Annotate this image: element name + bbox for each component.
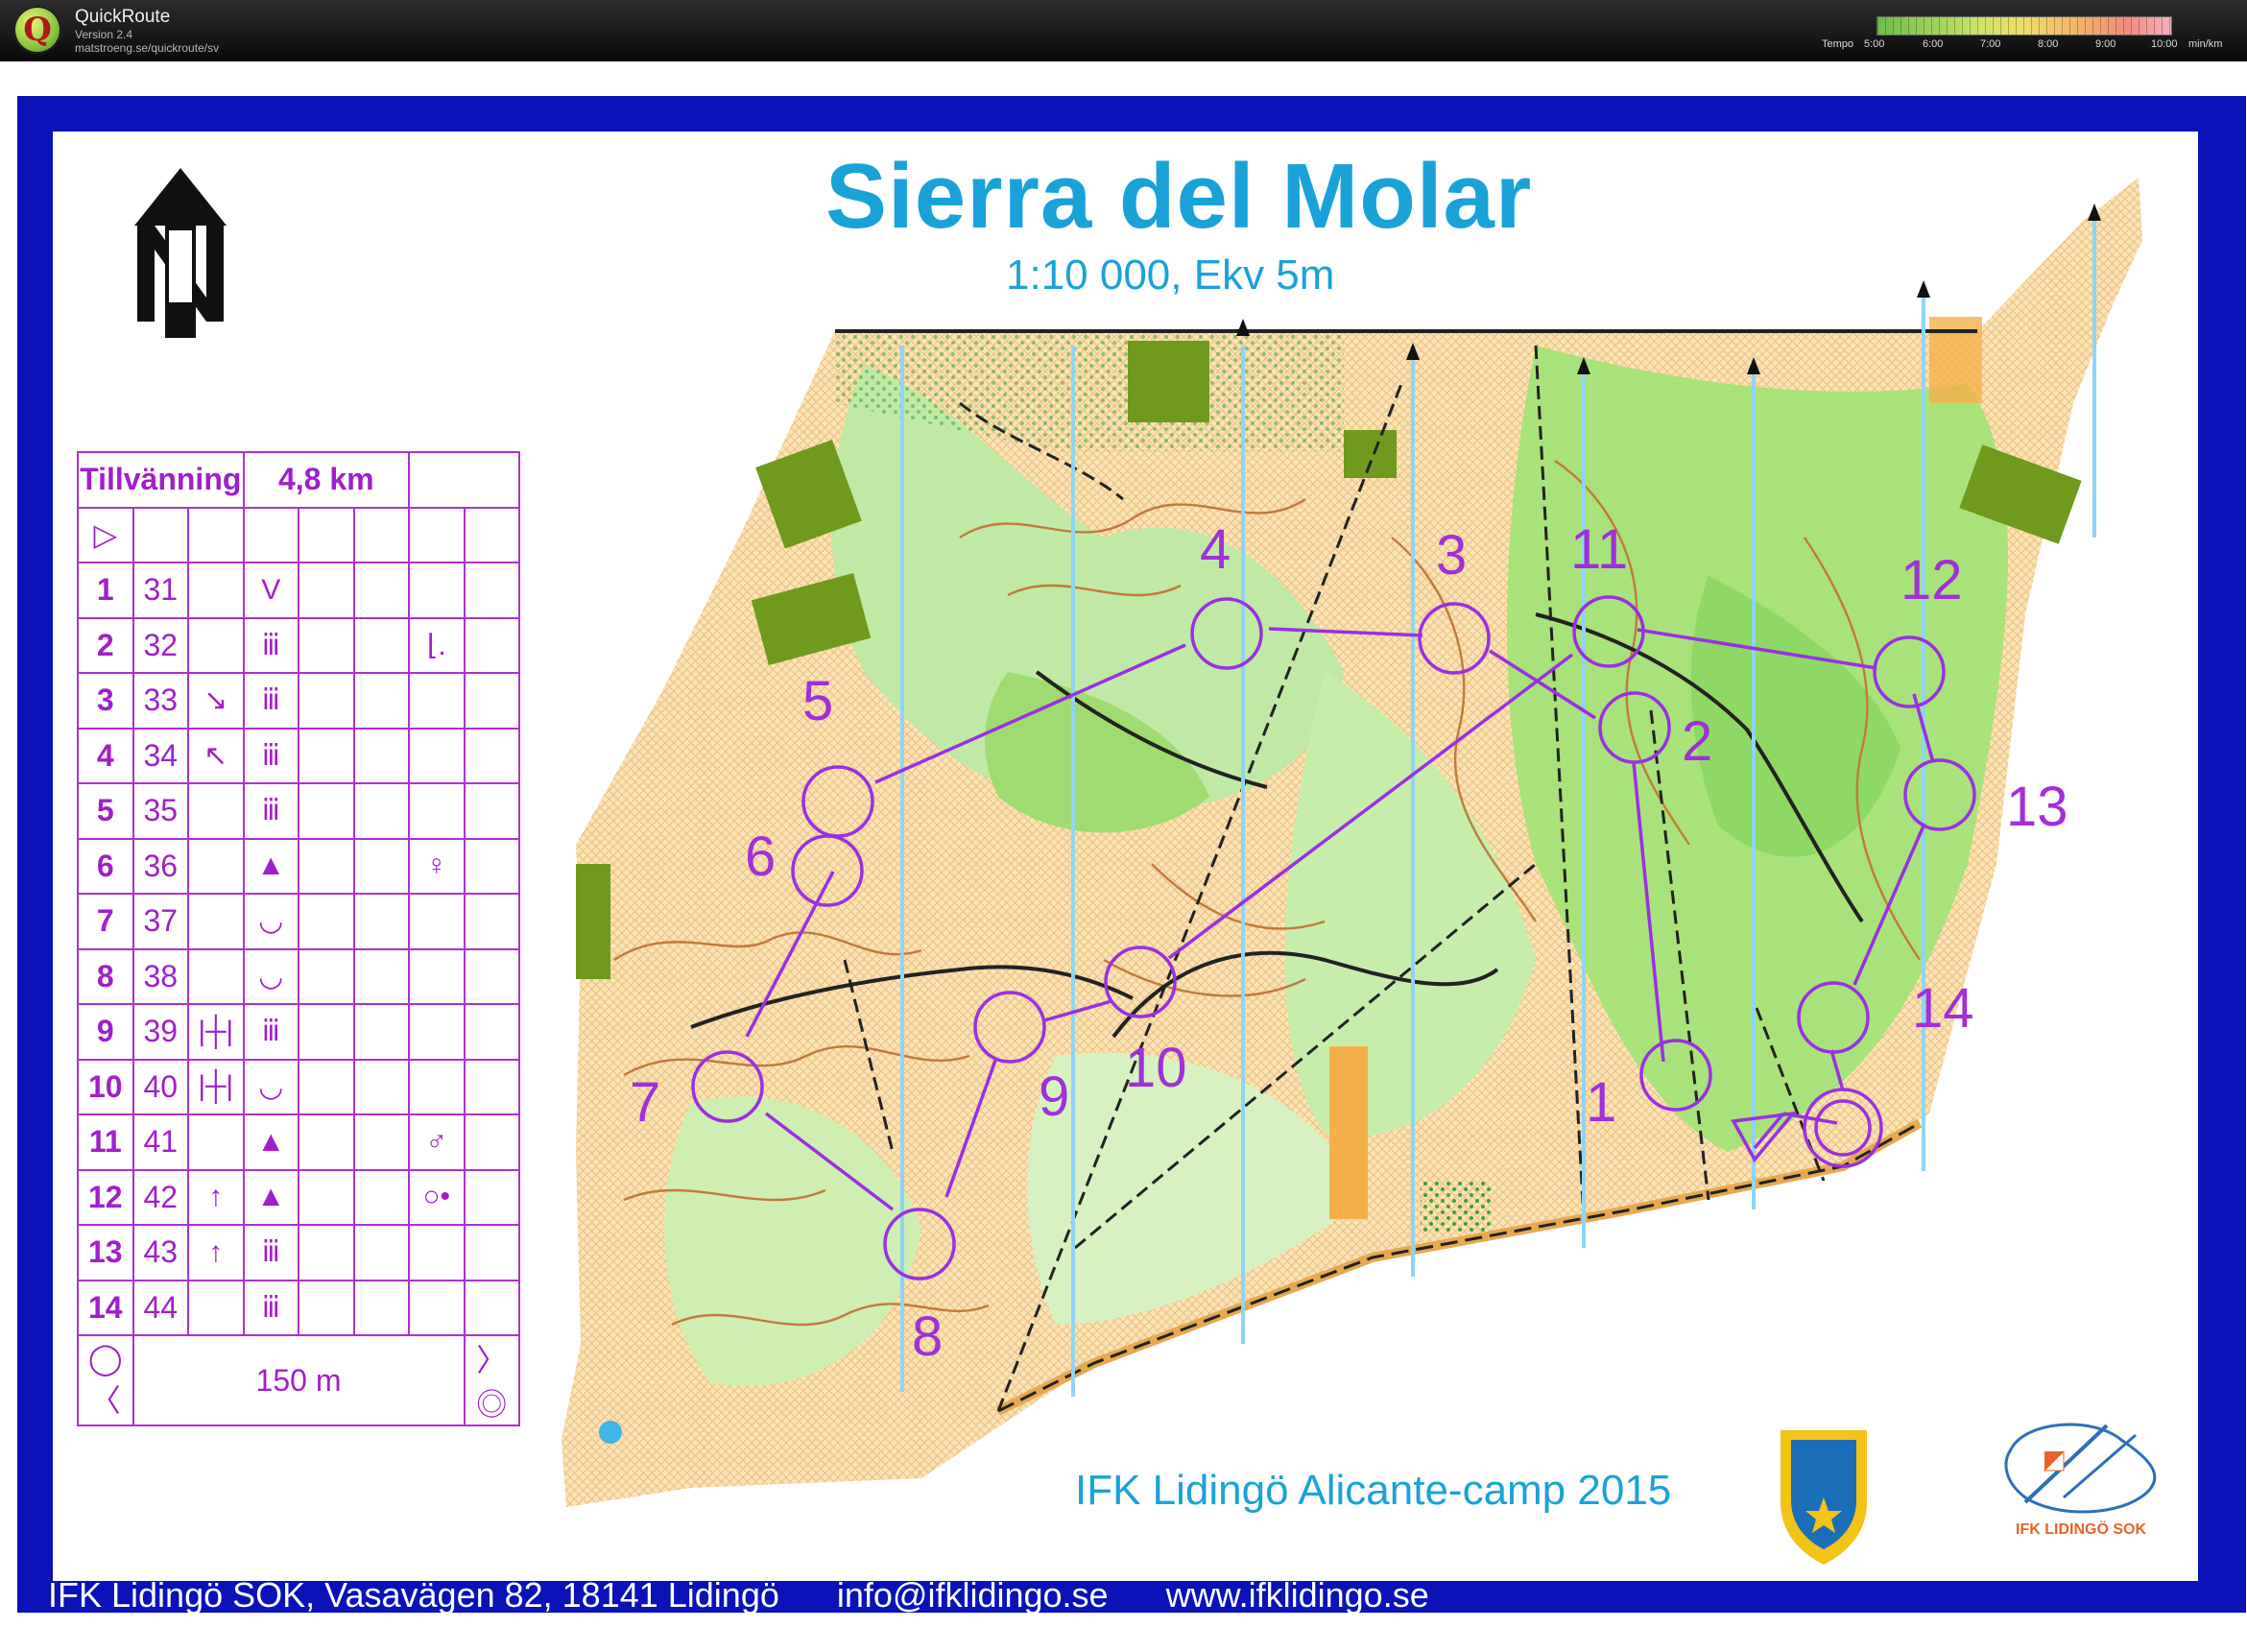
- table-row: 2 32 ⅲ ⌊.: [77, 616, 520, 674]
- table-row: 9 39 |┼| ⅲ: [77, 1003, 520, 1061]
- footer-address: IFK Lidingö SOK, Vasavägen 82, 18141 Lid…: [48, 1575, 779, 1615]
- table-row: 3 33 ↘ ⅲ: [77, 672, 520, 730]
- control-number-7: 7: [630, 1071, 660, 1134]
- club-crest-logo: [1781, 1430, 1867, 1565]
- table-row: 6 36 ▲ ♀: [77, 837, 520, 895]
- terrain: [562, 178, 2142, 1507]
- table-row: 7 37 ◡: [77, 893, 520, 950]
- control-number-13: 13: [2006, 776, 2068, 838]
- map-footer: IFK Lidingö SOK, Vasavägen 82, 18141 Lid…: [48, 1575, 1477, 1616]
- map-scale-text: 1:10 000, Ekv 5m: [1006, 251, 1335, 299]
- table-row: 13 43 ↑ ⅲ: [77, 1224, 520, 1281]
- control-description-table: Tillvänning 4,8 km ▷ 1 31 V 2 32 ⅲ ⌊. 3 33 ↘ ⅲ 4…: [77, 451, 520, 1426]
- start-row: ▷: [77, 506, 520, 563]
- control-number-5: 5: [802, 670, 833, 732]
- finish-row: ◯〈 150 m 〉◎: [77, 1334, 520, 1426]
- table-row: 14 44 ⅲ: [77, 1279, 520, 1336]
- table-row: 4 34 ↖ ⅲ: [77, 727, 520, 784]
- table-row: 10 40 |┼| ◡: [77, 1058, 520, 1115]
- north-arrow-icon: [134, 168, 227, 338]
- club-logo-text: IFK LIDINGÖ SOK: [2016, 1520, 2146, 1538]
- footer-website[interactable]: www.ifklidingo.se: [1166, 1575, 1429, 1615]
- control-number-4: 4: [1200, 518, 1231, 581]
- table-row: 11 41 ▲ ♂: [77, 1113, 520, 1171]
- control-number-8: 8: [912, 1305, 943, 1368]
- control-number-2: 2: [1682, 710, 1712, 773]
- control-number-3: 3: [1436, 524, 1467, 587]
- table-row: 1 31 V: [77, 562, 520, 619]
- control-number-9: 9: [1039, 1065, 1069, 1128]
- ifk-lidingo-sok-logo: IFK LIDINGÖ SOK: [2004, 1423, 2157, 1538]
- control-number-11: 11: [1570, 518, 1628, 581]
- table-row: 8 38 ◡: [77, 947, 520, 1005]
- camp-text: IFK Lidingö Alicante-camp 2015: [1075, 1467, 1672, 1514]
- table-row: 5 35 ⅲ: [77, 782, 520, 840]
- control-number-10: 10: [1125, 1037, 1187, 1099]
- control-number-1: 1: [1586, 1071, 1616, 1134]
- table-header-row: Tillvänning 4,8 km: [77, 451, 520, 509]
- finish-start-icon: ◯〈: [77, 1334, 134, 1426]
- finish-icon: 〉◎: [463, 1334, 520, 1426]
- footer-email[interactable]: info@ifklidingo.se: [837, 1575, 1109, 1615]
- course-length: 4,8 km: [242, 451, 410, 509]
- finish-distance: 150 m: [131, 1334, 466, 1426]
- table-row: 12 42 ↑ ▲ ○•: [77, 1168, 520, 1226]
- course-name: Tillvänning: [77, 451, 245, 509]
- control-number-12: 12: [1900, 549, 1963, 611]
- map-title: Sierra del Molar: [825, 145, 1533, 248]
- control-number-6: 6: [745, 826, 776, 888]
- control-number-14: 14: [1912, 977, 1974, 1040]
- start-triangle-icon: ▷: [77, 506, 134, 563]
